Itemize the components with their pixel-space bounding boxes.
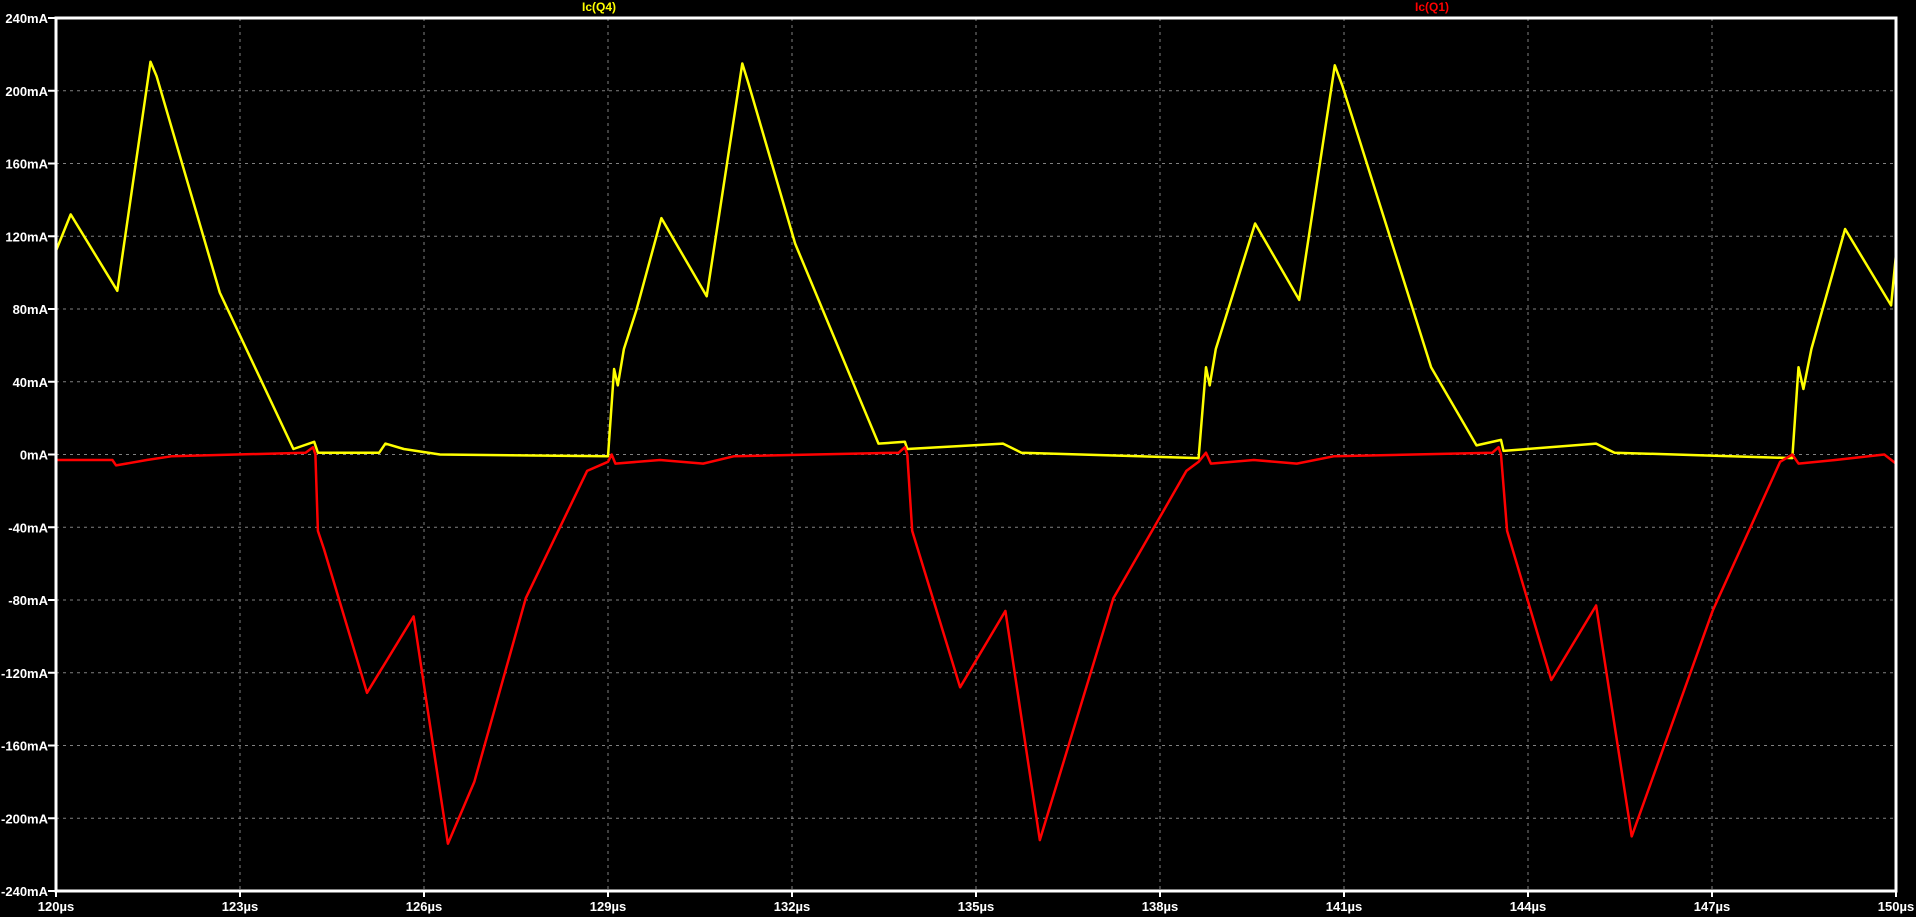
x-tick-label: 144µs [1510, 899, 1546, 914]
y-tick-label: 160mA [5, 157, 48, 172]
x-tick-label: 141µs [1326, 899, 1362, 914]
x-tick-label: 120µs [38, 899, 74, 914]
x-tick-label: 135µs [958, 899, 994, 914]
x-tick-label: 129µs [590, 899, 626, 914]
waveform-chart[interactable]: 120µs 123µs 126µs 129µs 132µs 135µs 138µs 141µs… [0, 0, 1916, 917]
x-tick-label: 150µs [1878, 899, 1914, 914]
legend-ic-q4[interactable]: Ic(Q4) [582, 0, 616, 14]
y-tick-label: 0mA [20, 448, 49, 463]
y-tick-label: 120mA [5, 229, 48, 244]
x-tick-label: 123µs [222, 899, 258, 914]
y-tick-label: 240mA [5, 11, 48, 26]
y-tick-label: 200mA [5, 84, 48, 99]
x-tick-label: 126µs [406, 899, 442, 914]
legend-ic-q1[interactable]: Ic(Q1) [1415, 0, 1449, 14]
y-tick-label: -80mA [8, 593, 48, 608]
x-tick-label: 147µs [1694, 899, 1730, 914]
y-tick-label: 40mA [13, 375, 49, 390]
y-tick-label: -120mA [1, 666, 49, 681]
legend[interactable]: Ic(Q4) Ic(Q1) [582, 0, 1449, 14]
y-tick-label: -40mA [8, 520, 48, 535]
y-tick-label: -200mA [1, 811, 49, 826]
y-tick-label: -160mA [1, 739, 49, 754]
y-tick-label: 80mA [13, 302, 49, 317]
x-tick-label: 132µs [774, 899, 810, 914]
y-tick-label: -240mA [1, 884, 49, 899]
axis-ticks: 120µs 123µs 126µs 129µs 132µs 135µs 138µs 141µs… [1, 11, 1914, 914]
x-tick-label: 138µs [1142, 899, 1178, 914]
series-ic-q1[interactable] [56, 445, 1897, 845]
